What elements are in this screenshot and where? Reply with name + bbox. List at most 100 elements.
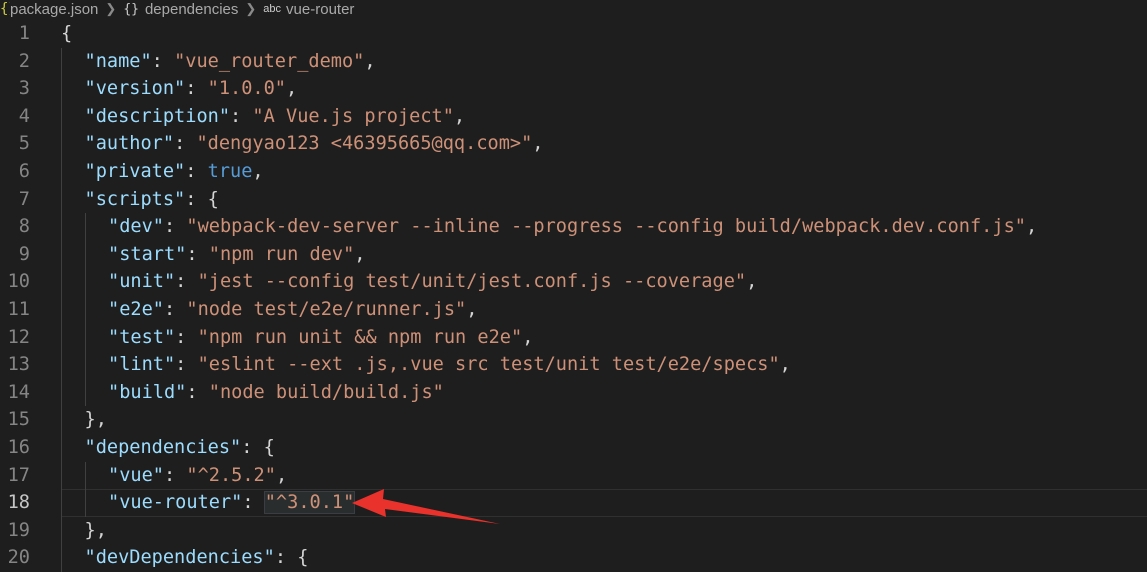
token-key: "test" [108,326,176,348]
indent-guide [61,47,62,76]
token-key: "build" [108,381,187,403]
code-line[interactable]: 12 "test": "npm run unit && npm run e2e", [0,323,1147,352]
token-str: "node test/e2e/runner.js" [186,299,467,320]
indent-guide [84,213,86,241]
indent-guide [84,351,86,379]
line-number: 12 [7,326,30,348]
token-key: "unit" [108,271,176,293]
token-punct: , [779,354,791,376]
token-punct: : [230,105,253,127]
indent-guide [61,544,62,572]
token-key: "lint" [108,354,176,376]
indent-guide [84,378,86,407]
token-punct: : [186,381,209,403]
line-number: 6 [18,161,30,182]
token-punct: : [151,50,175,72]
indent-guide [61,323,62,352]
code-line[interactable]: 5 "author": "dengyao123 <46395665@qq.com>… [0,130,1147,158]
token-str: "npm run unit && npm run e2e" [197,326,523,348]
code-line[interactable]: 3 "version": "1.0.0", [0,75,1147,103]
token-punct: , [286,78,298,100]
code-line[interactable]: 17 "vue": "^2.5.2", [0,461,1147,490]
token-key: "dependencies" [84,437,242,458]
code-text: "name": "vue_router_demo", [85,48,376,76]
code-text: { [61,20,72,48]
line-number: 2 [18,50,30,72]
chevron-right-icon: ❯ [105,1,117,16]
token-str: "webpack-dev-server --inline --progress … [186,216,1026,238]
code-line[interactable]: 6 "private": true, [0,158,1147,186]
token-punct: : [185,161,208,182]
code-text: }, [85,406,107,434]
token-key: "vue" [108,464,164,486]
token-brace: { [297,547,309,569]
token-punct: , [746,271,758,293]
token-punct: , [1025,216,1038,238]
token-str: "^2.5.2" [186,464,276,486]
code-line[interactable]: 9 "start": "npm run dev", [0,240,1147,269]
token-punct: : [175,354,198,376]
token-punct: : [163,299,187,320]
breadcrumb-item-file[interactable]: {} package.json [0,1,98,18]
token-str: "A Vue.js project" [252,105,454,127]
token-str: "1.0.0" [207,78,287,100]
token-punct: : [175,271,198,293]
code-line[interactable]: 20 "devDependencies": { [0,544,1147,572]
token-key: "version" [84,78,186,100]
token-key: "description" [84,105,231,127]
token-punct: , [275,464,288,486]
token-key: "e2e" [108,299,164,320]
code-text: "version": "1.0.0", [85,75,298,103]
token-str: "eslint --ext .js,.vue src test/unit tes… [197,354,780,376]
code-line[interactable]: 8 "dev": "webpack-dev-server --inline --p… [0,213,1147,241]
indent-guide [61,378,62,407]
code-line[interactable]: 2 "name": "vue_router_demo", [0,47,1147,76]
indent-guide [61,185,62,214]
token-str: "npm run dev" [208,243,355,265]
indent-guide [84,296,86,324]
token-punct: , [453,105,466,127]
code-text: }, [85,517,107,545]
code-text: "unit": "jest --config test/unit/jest.co… [108,268,757,296]
code-line[interactable]: 10 "unit": "jest --config test/unit/jest.… [0,268,1147,296]
line-number: 19 [7,519,30,541]
indent-guide [61,268,62,296]
code-text: "devDependencies": { [85,544,309,572]
breadcrumb-item-vue-router[interactable]: abc vue-router [263,1,354,18]
token-key: "dev" [108,216,164,238]
indent-guide [61,406,62,434]
code-line[interactable]: 11 "e2e": "node test/e2e/runner.js", [0,296,1147,324]
code-line[interactable]: 1{ [0,20,1147,48]
indent-guide [84,489,86,517]
indent-guide [61,351,62,379]
breadcrumb-item-dependencies[interactable]: {} dependencies [123,1,238,18]
code-line[interactable]: 7 "scripts": { [0,185,1147,214]
line-number: 1 [18,23,30,44]
code-line[interactable]: 14 "build": "node build/build.js" [0,378,1147,407]
token-bool: true [207,161,253,182]
code-line[interactable]: 18 "vue-router": "^3.0.1" [0,489,1147,517]
breadcrumb-label-dependencies: dependencies [144,0,239,18]
token-brace: }, [84,409,107,431]
code-line[interactable]: 4 "description": "A Vue.js project", [0,102,1147,131]
code-text: "dependencies": { [85,434,275,462]
token-punct: , [532,133,544,155]
string-abc-icon: abc [263,3,282,15]
token-key: "author" [84,133,175,155]
code-line[interactable]: 15}, [0,406,1147,434]
code-text: "build": "node build/build.js" [108,379,444,407]
token-brace: { [263,437,275,458]
indent-guide [61,296,62,324]
token-brace: { [61,23,73,44]
code-line[interactable]: 19}, [0,516,1147,545]
token-punct: : [185,188,208,210]
token-punct: : [274,547,298,569]
token-key: "vue-router" [108,492,243,514]
code-text: "private": true, [85,158,264,186]
line-number: 14 [7,381,30,403]
code-editor[interactable]: 1{2 "name": "vue_router_demo", 3 "version":… [0,20,1147,572]
token-key: "private" [84,161,186,182]
code-line[interactable]: 13 "lint": "eslint --ext .js,.vue src tes… [0,351,1147,379]
code-line[interactable]: 16 "dependencies": { [0,434,1147,462]
token-punct: : [175,326,198,348]
